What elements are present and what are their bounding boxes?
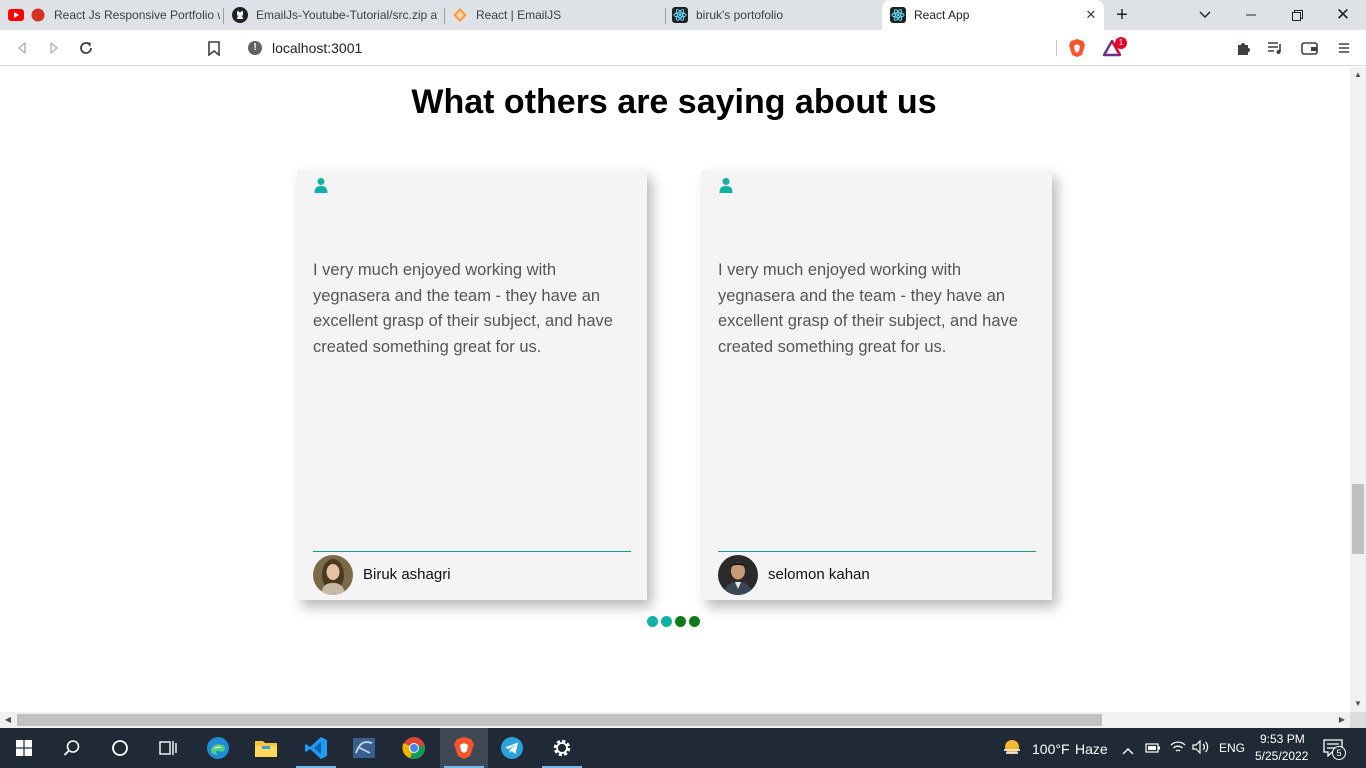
close-window-button[interactable]: ✕ <box>1320 0 1366 30</box>
clock-date[interactable]: 5/25/2022 <box>1255 749 1308 763</box>
wifi-icon[interactable] <box>1170 740 1186 759</box>
carousel-pagination <box>647 616 700 627</box>
pagination-dot[interactable] <box>661 616 672 627</box>
cortana-circle-icon[interactable] <box>96 728 144 768</box>
tab-label: biruk's portofolio <box>696 8 783 22</box>
avatar <box>313 555 353 595</box>
recording-dot-icon <box>30 7 46 23</box>
chrome-icon[interactable] <box>390 728 438 768</box>
task-view-icon[interactable] <box>144 728 192 768</box>
site-info-icon[interactable]: ! <box>248 41 262 55</box>
input-language[interactable]: ENG <box>1219 741 1245 755</box>
react-icon <box>672 7 688 23</box>
close-tab-icon[interactable]: ✕ <box>1083 7 1099 23</box>
react-icon <box>890 7 906 23</box>
volume-speaker-icon[interactable] <box>1192 739 1210 759</box>
scroll-left-arrow-icon[interactable]: ◀ <box>0 712 16 728</box>
edge-browser-icon[interactable] <box>194 728 242 768</box>
user-icon <box>718 177 734 193</box>
media-playlist-icon[interactable] <box>1263 36 1287 60</box>
new-tab-button[interactable]: + <box>1100 0 1144 30</box>
card-divider <box>313 551 631 552</box>
avatar <box>718 555 758 595</box>
clock-time[interactable]: 9:53 PM <box>1260 732 1305 746</box>
tab-youtube-portfolio[interactable]: React Js Responsive Portfolio w <box>8 0 220 30</box>
browser-toolbar: ! localhost:3001 1 <box>0 30 1366 66</box>
tab-label: React App <box>914 8 970 22</box>
testimonial-author: selomon kahan <box>768 566 870 583</box>
testimonial-author: Biruk ashagri <box>363 566 451 583</box>
tab-react-app[interactable]: React App <box>882 0 1104 30</box>
tab-label: React | EmailJS <box>476 8 562 22</box>
back-button[interactable] <box>10 36 34 60</box>
tab-separator <box>444 8 445 24</box>
testimonial-quote: I very much enjoyed working with yegnase… <box>313 261 613 356</box>
bookmark-icon[interactable] <box>202 36 226 60</box>
windows-taskbar: 100°F Haze ENG 9:53 PM 5/25/2022 5 <box>0 728 1366 768</box>
horizontal-scroll-thumb[interactable] <box>17 714 1102 726</box>
scrollbar-corner <box>1350 712 1366 728</box>
testimonial-card: I very much enjoyed working with yegnase… <box>297 170 647 600</box>
tab-separator <box>665 8 666 24</box>
scroll-up-arrow-icon[interactable]: ▲ <box>1350 67 1366 83</box>
restore-window-button[interactable] <box>1274 0 1320 30</box>
testimonial-quote: I very much enjoyed working with yegnase… <box>718 261 1018 356</box>
user-icon <box>313 177 329 193</box>
settings-gear-icon[interactable] <box>538 728 586 768</box>
tab-label: React Js Responsive Portfolio w <box>54 8 220 22</box>
tab-search-chevron-icon[interactable] <box>1182 0 1228 30</box>
rewards-badge: 1 <box>1115 37 1127 49</box>
tab-github[interactable]: EmailJs-Youtube-Tutorial/src.zip at <box>232 0 438 30</box>
scroll-down-arrow-icon[interactable]: ▼ <box>1350 696 1366 712</box>
testimonials-heading: What others are saying about us <box>411 83 937 121</box>
brave-browser-icon[interactable] <box>440 728 488 768</box>
notification-count-badge: 5 <box>1332 746 1346 760</box>
weather-temperature[interactable]: 100°F <box>1032 741 1070 757</box>
emailjs-icon <box>452 7 468 23</box>
page-viewport: What others are saying about us I very m… <box>0 67 1350 712</box>
vertical-scrollbar[interactable] <box>1350 67 1366 712</box>
weather-haze-icon[interactable] <box>1002 738 1022 758</box>
tab-emailjs[interactable]: React | EmailJS <box>452 0 662 30</box>
start-windows-icon[interactable] <box>0 728 48 768</box>
extensions-puzzle-icon[interactable] <box>1232 36 1256 60</box>
tab-label: EmailJs-Youtube-Tutorial/src.zip at <box>256 8 438 22</box>
youtube-icon <box>8 7 24 23</box>
wallet-icon[interactable] <box>1297 36 1321 60</box>
github-icon <box>232 7 248 23</box>
pagination-dot[interactable] <box>689 616 700 627</box>
show-hidden-icons-chevron-icon[interactable] <box>1122 742 1134 760</box>
menu-hamburger-icon[interactable] <box>1332 36 1356 60</box>
battery-icon[interactable] <box>1145 741 1161 759</box>
file-explorer-icon[interactable] <box>242 728 290 768</box>
telegram-icon[interactable] <box>488 728 536 768</box>
weather-condition[interactable]: Haze <box>1075 741 1108 757</box>
action-center-notification-icon[interactable]: 5 <box>1323 739 1349 760</box>
browser-tab-strip: React Js Responsive Portfolio w EmailJs-… <box>0 0 1366 30</box>
address-bar[interactable]: ! localhost:3001 <box>236 33 1130 63</box>
brave-shields-icon[interactable] <box>1065 36 1089 60</box>
search-icon[interactable] <box>48 728 96 768</box>
card-divider <box>718 551 1036 552</box>
testimonial-card: I very much enjoyed working with yegnase… <box>702 170 1052 600</box>
omnibox-divider <box>1056 40 1057 56</box>
vscode-icon[interactable] <box>292 728 340 768</box>
sql-server-icon[interactable] <box>340 728 388 768</box>
vertical-scroll-thumb[interactable] <box>1352 484 1364 554</box>
tab-separator <box>223 8 224 24</box>
scroll-right-arrow-icon[interactable]: ▶ <box>1334 712 1350 728</box>
pagination-dot[interactable] <box>647 616 658 627</box>
tab-biruk-portfolio[interactable]: biruk's portofolio <box>672 0 878 30</box>
forward-button[interactable] <box>42 36 66 60</box>
pagination-dot[interactable] <box>675 616 686 627</box>
minimize-window-button[interactable] <box>1228 0 1274 30</box>
reload-button[interactable] <box>74 36 98 60</box>
url-text: localhost:3001 <box>272 40 363 56</box>
